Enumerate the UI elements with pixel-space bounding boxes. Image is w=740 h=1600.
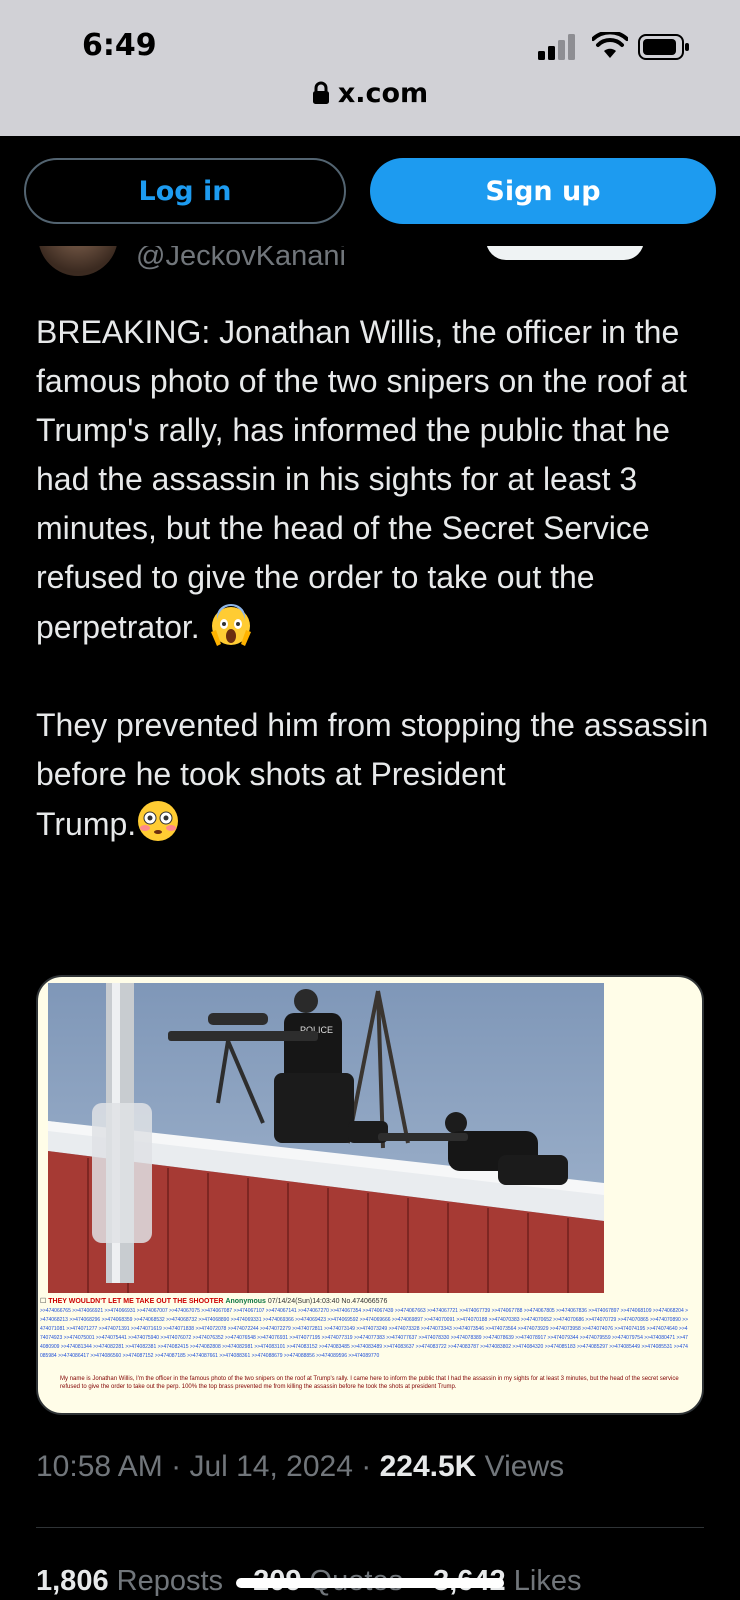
divider [36,1527,704,1528]
signup-button[interactable]: Sign up [370,158,716,224]
reposts-count: 1,806 [36,1565,109,1597]
wifi-icon [592,32,628,58]
home-indicator[interactable] [236,1578,504,1588]
tweet-time[interactable]: 10:58 AM [36,1450,163,1483]
post-author: Anonymous [225,1298,266,1305]
tweet-date[interactable]: Jul 14, 2024 [189,1450,352,1483]
browser-top-bar: 6:49 x.com [0,0,740,136]
status-time: 6:49 [82,28,157,63]
post-header: ☐ THEY WOULDN'T LET ME TAKE OUT THE SHOO… [40,1298,388,1305]
battery-icon [638,34,689,60]
reposts-stat[interactable]: 1,806 Reposts [36,1565,223,1597]
auth-bar: Log in Sign up [0,136,740,246]
cellular-signal-icon [538,34,575,60]
views-count: 224.5K [379,1450,477,1483]
tweet-paragraph-1: BREAKING: Jonathan Willis, the officer i… [36,314,688,645]
post-meta: 07/14/24(Sun)14:03:40 No.474066576 [267,1298,388,1305]
snipers-on-roof-photo[interactable]: POLICE [48,983,604,1293]
post-body: My name is Jonathan Willis, I'm the offi… [60,1376,679,1390]
flushed-face-icon [138,801,179,841]
reposts-label: Reposts [116,1565,224,1597]
login-button[interactable]: Log in [24,158,346,224]
address-bar[interactable]: x.com [0,78,740,109]
tweet-media-card[interactable]: POLICE ☐ THEY WOULDN'T LET ME TAKE OUT T… [36,975,704,1415]
tweet-text: BREAKING: Jonathan Willis, the officer i… [36,308,716,849]
views-label: Views [484,1450,565,1483]
face-screaming-in-fear-icon [210,604,251,646]
post-title: THEY WOULDN'T LET ME TAKE OUT THE SHOOTE… [48,1298,224,1305]
lock-icon [312,81,329,104]
tweet-meta: 10:58 AM · Jul 14, 2024 · 224.5K Views [36,1450,565,1483]
url-text: x.com [337,78,429,109]
likes-label: Likes [513,1565,582,1597]
